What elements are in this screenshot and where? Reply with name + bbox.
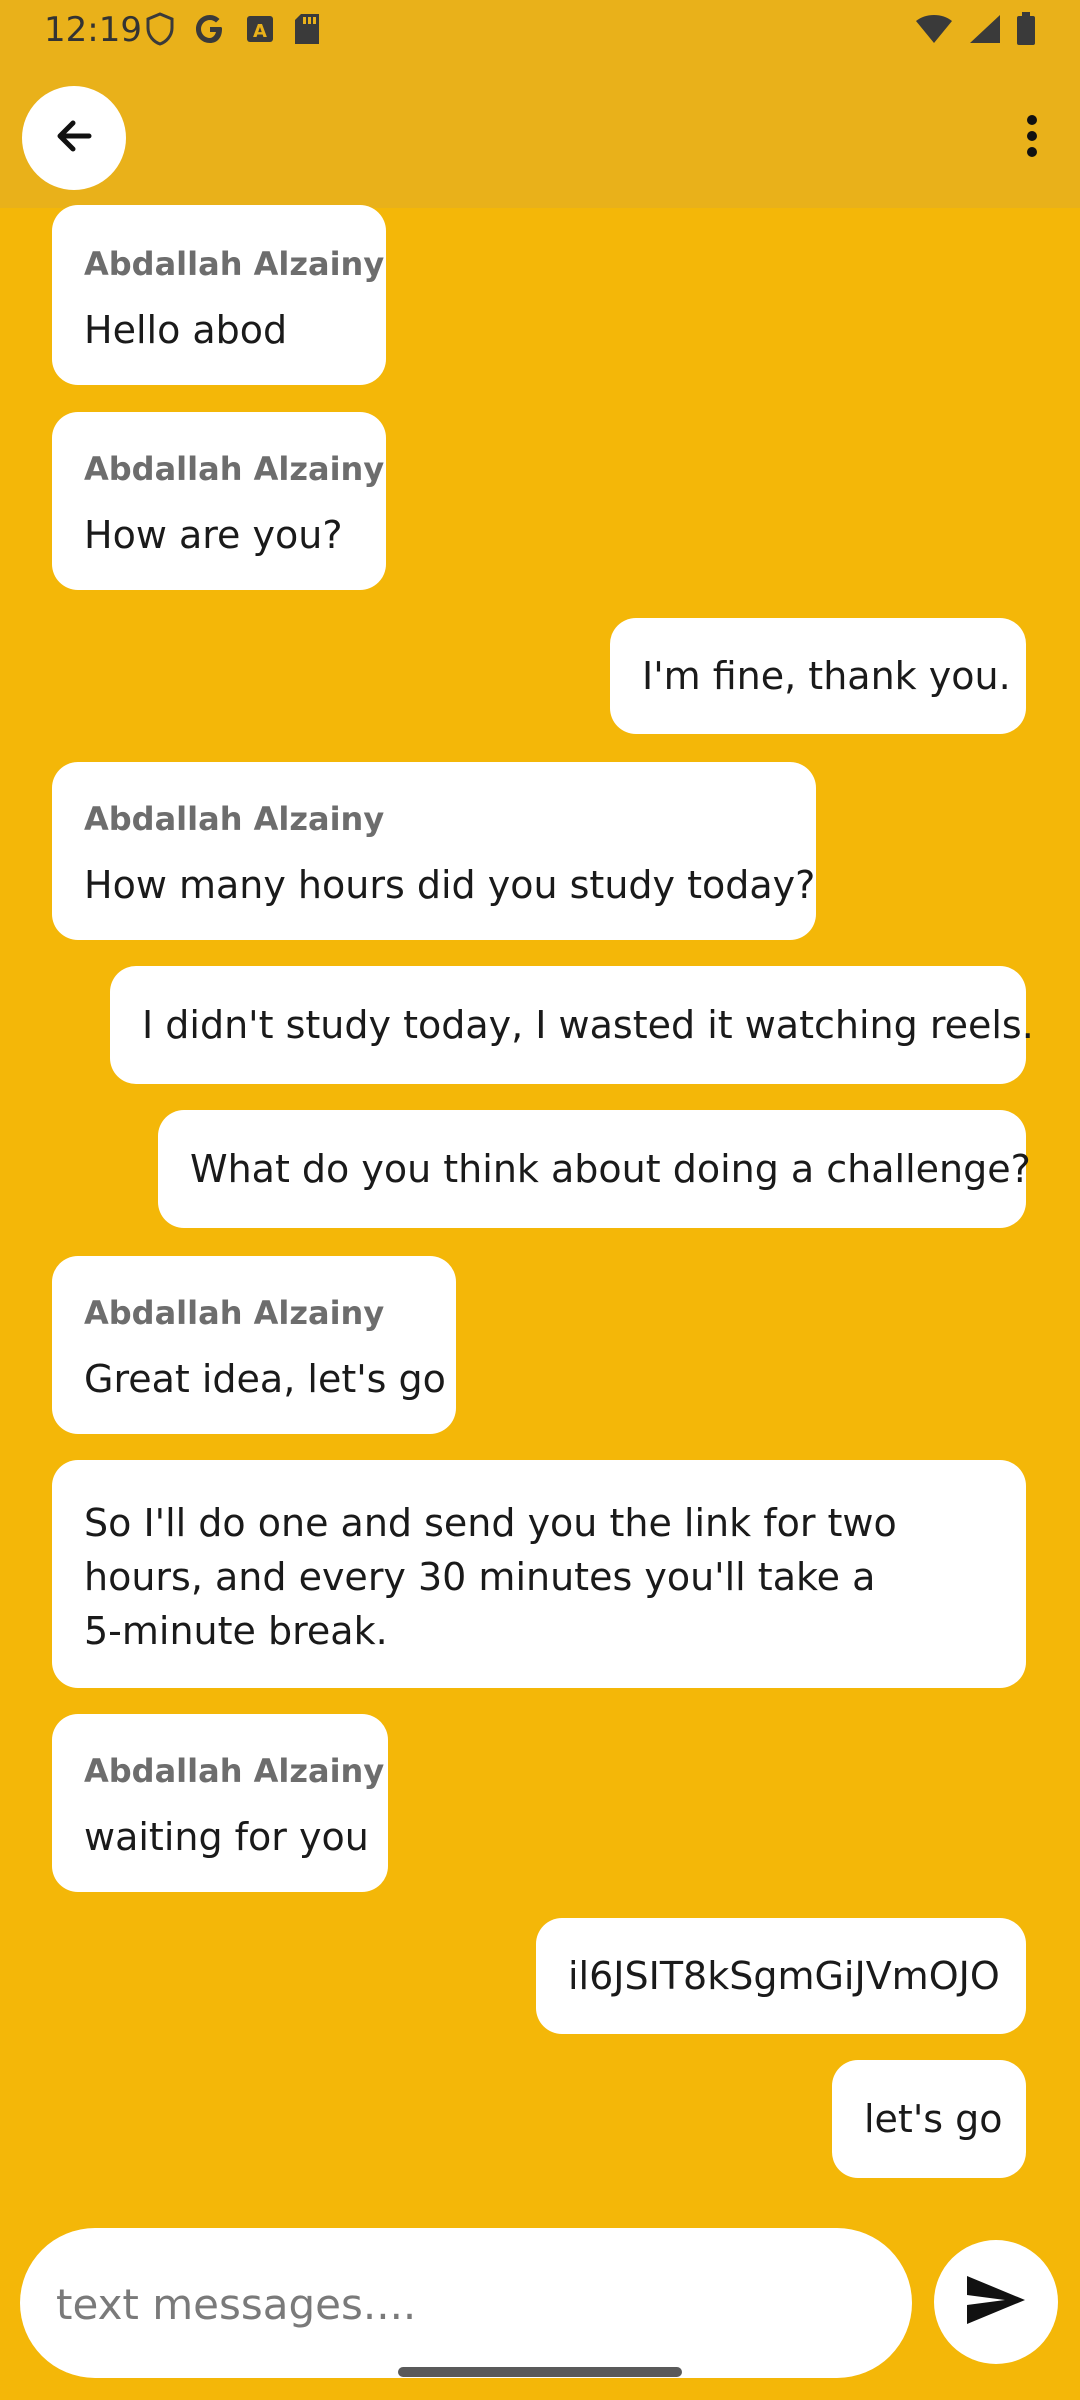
message-input-container — [20, 2228, 912, 2380]
home-indicator[interactable] — [398, 2367, 682, 2377]
message-text: How many hours did you study today? — [84, 863, 816, 907]
message-text: il6JSIT8kSgmGiJVmOJO — [568, 1954, 1000, 1998]
more-options-button[interactable] — [1004, 98, 1060, 178]
shield-icon — [145, 12, 175, 50]
google-icon — [193, 12, 227, 50]
outgoing-message[interactable]: I didn't study today, I wasted it watchi… — [110, 966, 1034, 1084]
message-text: I'm fine, thank you. — [642, 654, 1011, 698]
sd-card-icon — [293, 12, 321, 50]
svg-text:A: A — [253, 21, 267, 42]
status-time: 12:19 — [44, 10, 142, 50]
message-input[interactable] — [54, 2228, 878, 2380]
outgoing-message[interactable]: So I'll do one and send you the link for… — [52, 1460, 1026, 1688]
message-text: let's go — [864, 2097, 1003, 2141]
back-button[interactable] — [22, 86, 126, 190]
message-sender: Abdallah Alzainy — [84, 245, 385, 283]
incoming-message[interactable]: Abdallah Alzainy Great idea, let's go — [52, 1256, 456, 1434]
send-button[interactable] — [934, 2240, 1058, 2364]
incoming-message[interactable]: Abdallah Alzainy How are you? — [52, 412, 386, 590]
outgoing-message[interactable]: I'm fine, thank you. — [610, 618, 1026, 734]
signal-icon — [968, 13, 1002, 49]
message-text: What do you think about doing a challeng… — [190, 1147, 1031, 1191]
a-badge-icon: A — [245, 14, 275, 48]
message-text: waiting for you — [84, 1815, 369, 1859]
outgoing-message[interactable]: What do you think about doing a challeng… — [158, 1110, 1031, 1228]
incoming-message[interactable]: Abdallah Alzainy Hello abod — [52, 205, 386, 385]
message-sender: Abdallah Alzainy — [84, 800, 385, 838]
message-text: How are you? — [84, 513, 343, 557]
wifi-icon — [914, 13, 954, 49]
arrow-left-icon — [49, 111, 99, 165]
more-vert-icon — [1026, 114, 1038, 162]
status-bar: 12:19 A — [0, 0, 1080, 62]
app-bar — [0, 62, 1080, 208]
outgoing-message[interactable]: let's go — [832, 2060, 1026, 2178]
send-icon — [965, 2274, 1027, 2330]
outgoing-message[interactable]: il6JSIT8kSgmGiJVmOJO — [536, 1918, 1026, 2034]
message-sender: Abdallah Alzainy — [84, 450, 385, 488]
message-sender: Abdallah Alzainy — [84, 1294, 385, 1332]
message-text: I didn't study today, I wasted it watchi… — [142, 1003, 1034, 1047]
message-text: Hello abod — [84, 308, 288, 352]
message-text: Great idea, let's go — [84, 1357, 446, 1401]
message-text: So I'll do one and send you the link for… — [84, 1501, 897, 1653]
incoming-message[interactable]: Abdallah Alzainy waiting for you — [52, 1714, 388, 1892]
battery-icon — [1016, 12, 1036, 50]
message-sender: Abdallah Alzainy — [84, 1752, 385, 1790]
incoming-message[interactable]: Abdallah Alzainy How many hours did you … — [52, 762, 816, 940]
